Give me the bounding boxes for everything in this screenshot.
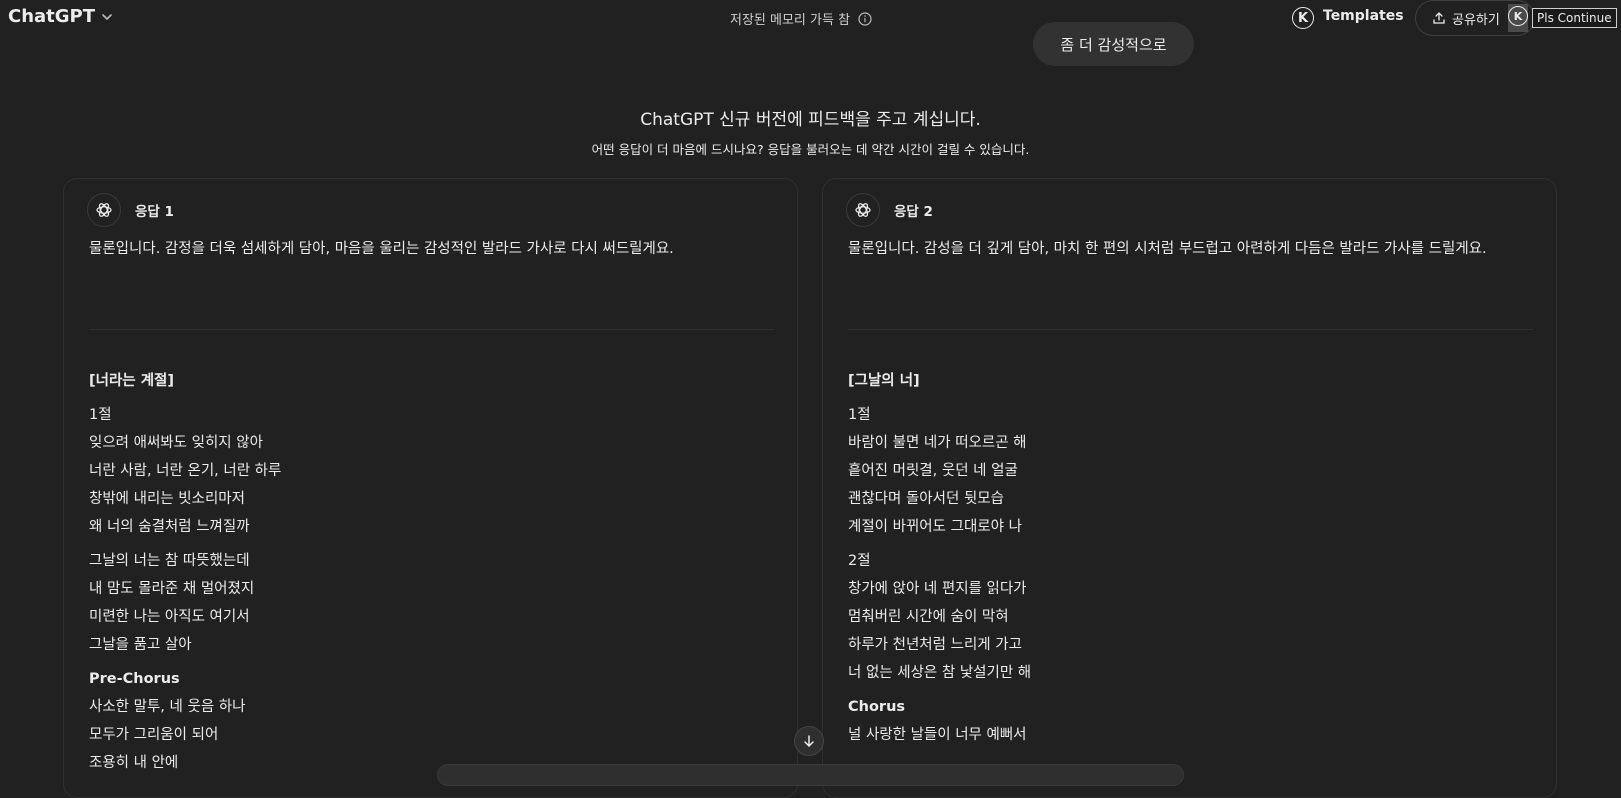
lyric-line: 너 없는 세상은 참 낯설기만 해 xyxy=(848,665,1032,681)
lyric-line: 흩어진 머릿결, 웃던 네 얼굴 xyxy=(848,463,1018,479)
response-2-intro: 물론입니다. 감성을 더 깊게 담아, 마치 한 편의 시처럼 부드럽고 아련하… xyxy=(848,241,1487,257)
memory-notice-text: 저장된 메모리 가득 참 xyxy=(730,13,851,28)
suggestion-bubble[interactable]: 좀 더 감성적으로 xyxy=(1033,22,1194,66)
lyric-line: 괜찮다며 돌아서던 뒷모습 xyxy=(848,491,1004,507)
chatgpt-logo-icon xyxy=(846,193,880,227)
feedback-subtitle: 어떤 응답이 더 마음에 드시나요? 응답을 불러오는 데 약간 시간이 걸릴 … xyxy=(591,142,1030,157)
templates-link[interactable]: Templates xyxy=(1323,8,1404,24)
scroll-down-button[interactable] xyxy=(794,726,824,756)
chevron-down-icon xyxy=(102,13,112,20)
extension-k-icon[interactable]: K xyxy=(1508,6,1528,26)
response-2-panel[interactable]: 응답 2 물론입니다. 감성을 더 깊게 담아, 마치 한 편의 시처럼 부드럽… xyxy=(822,178,1557,798)
lyric-line: 바람이 불면 네가 떠오르곤 해 xyxy=(848,435,1027,451)
verse-label: 2절 xyxy=(848,553,871,569)
share-icon xyxy=(1433,12,1445,24)
lyric-line: 그날을 품고 살아 xyxy=(89,637,192,653)
lyric-line: 너란 사람, 너란 온기, 너란 하루 xyxy=(89,463,282,479)
response-2-header: 응답 2 xyxy=(846,193,933,227)
response-1-intro: 물론입니다. 감정을 더욱 섬세하게 담아, 마음을 울리는 감성적인 발라드 … xyxy=(89,241,674,257)
verse-label: 1절 xyxy=(89,407,112,423)
verse-label: 1절 xyxy=(848,407,871,423)
lyric-line: 사소한 말투, 네 웃음 하나 xyxy=(89,699,246,715)
lyric-line: 창밖에 내리는 빗소리마저 xyxy=(89,491,245,507)
share-label: 공유하기 xyxy=(1452,12,1500,28)
song-title: [그날의 너] xyxy=(848,373,920,389)
lyric-line: 널 사랑한 날들이 너무 예뻐서 xyxy=(848,727,1027,743)
response-2-lyrics: [그날의 너] 1절 바람이 불면 네가 떠오르곤 해 흩어진 머릿결, 웃던 … xyxy=(848,367,1538,749)
feedback-title: ChatGPT 신규 버전에 피드백을 주고 계십니다. xyxy=(640,110,981,130)
divider xyxy=(848,329,1533,330)
memory-full-notice[interactable]: 저장된 메모리 가득 참 xyxy=(730,9,872,28)
lyric-line: 창가에 앉아 네 편지를 읽다가 xyxy=(848,581,1027,597)
section-label: Chorus xyxy=(848,699,906,715)
info-icon[interactable] xyxy=(858,11,872,26)
lyric-line: 하루가 천년처럼 느리게 가고 xyxy=(848,637,1022,653)
response-1-panel[interactable]: 응답 1 물론입니다. 감정을 더욱 섬세하게 담아, 마음을 울리는 감성적인… xyxy=(63,178,798,798)
lyric-line: 계절이 바뀌어도 그대로야 나 xyxy=(848,519,1022,535)
top-bar: ChatGPT 저장된 메모리 가득 참 K Templates 공유하기 K … xyxy=(0,0,1621,40)
response-2-label: 응답 2 xyxy=(894,204,933,220)
lyric-line: 그날의 너는 참 따뜻했는데 xyxy=(89,553,250,569)
model-selector[interactable]: ChatGPT xyxy=(8,6,115,27)
message-composer[interactable] xyxy=(437,764,1184,786)
chatgpt-logo-icon xyxy=(87,193,121,227)
lyric-line: 모두가 그리움이 되어 xyxy=(89,727,219,743)
arrow-down-icon xyxy=(804,735,814,748)
app-title: ChatGPT xyxy=(8,6,96,27)
lyric-line: 내 맘도 몰라준 채 멀어졌지 xyxy=(89,581,255,597)
response-1-header: 응답 1 xyxy=(87,193,174,227)
lyric-line: 잊으려 애써봐도 잊히지 않아 xyxy=(89,435,263,451)
lyric-line: 미련한 나는 아직도 여기서 xyxy=(89,609,250,625)
lyric-line: 왜 너의 숨결처럼 느껴질까 xyxy=(89,519,250,535)
lyric-line: 멈춰버린 시간에 숨이 막혀 xyxy=(848,609,1009,625)
user-avatar-icon[interactable]: K xyxy=(1292,7,1314,29)
divider xyxy=(89,329,774,330)
response-1-label: 응답 1 xyxy=(135,204,174,220)
pls-continue-button[interactable]: Pls Continue xyxy=(1532,8,1617,28)
response-1-lyrics: [너라는 계절] 1절 잊으려 애써봐도 잊히지 않아 너란 사람, 너란 온기… xyxy=(89,367,779,777)
section-label: Pre-Chorus xyxy=(89,671,180,687)
song-title: [너라는 계절] xyxy=(89,373,175,389)
feedback-header: ChatGPT 신규 버전에 피드백을 주고 계십니다. 어떤 응답이 더 마음… xyxy=(0,105,1621,158)
